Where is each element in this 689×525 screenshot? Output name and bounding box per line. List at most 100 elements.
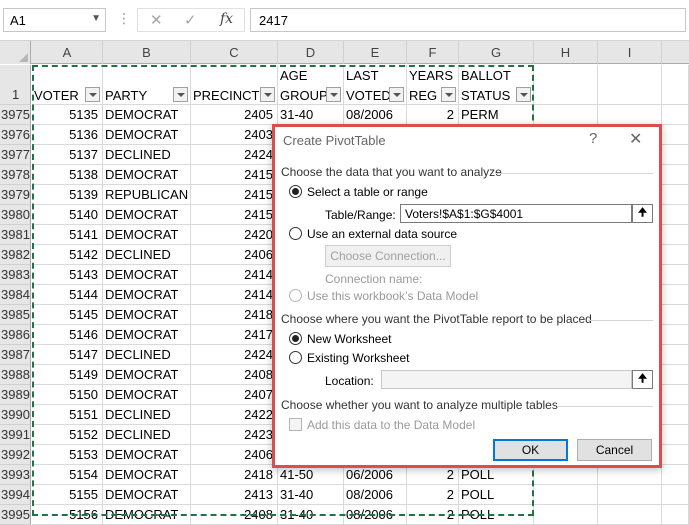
table-cell[interactable]: 2423 xyxy=(191,425,278,445)
column-header-d[interactable]: D xyxy=(278,41,344,64)
header-cell[interactable]: LAST VOTED xyxy=(344,65,407,105)
row-header[interactable]: 3990 xyxy=(0,405,31,425)
help-icon[interactable]: ? xyxy=(589,130,597,147)
table-cell[interactable]: 5137 xyxy=(32,145,103,165)
row-header[interactable]: 3979 xyxy=(0,185,31,205)
table-cell[interactable]: DEMOCRAT xyxy=(103,445,191,465)
radio-select-table[interactable] xyxy=(289,185,302,198)
table-cell[interactable] xyxy=(662,465,689,485)
table-cell[interactable]: DEMOCRAT xyxy=(103,165,191,185)
row-header[interactable]: 3988 xyxy=(0,365,31,385)
table-cell[interactable] xyxy=(534,105,598,125)
column-header-c[interactable]: C xyxy=(191,41,278,64)
row-header[interactable]: 3983 xyxy=(0,265,31,285)
table-cell[interactable]: PERM xyxy=(459,105,534,125)
ok-button[interactable]: OK xyxy=(493,439,568,461)
filter-dropdown-icon[interactable] xyxy=(516,87,531,102)
table-cell[interactable]: DEMOCRAT xyxy=(103,125,191,145)
table-cell[interactable] xyxy=(662,185,689,205)
table-cell[interactable]: 2408 xyxy=(191,365,278,385)
column-header-i[interactable]: I xyxy=(598,41,662,64)
header-cell[interactable] xyxy=(598,65,662,105)
table-cell[interactable]: 2408 xyxy=(191,505,278,525)
row-header[interactable]: 1 xyxy=(0,65,31,105)
option-external-source-label[interactable]: Use an external data source xyxy=(307,227,457,241)
row-header[interactable]: 3986 xyxy=(0,325,31,345)
table-cell[interactable]: 5155 xyxy=(32,485,103,505)
select-all-corner[interactable] xyxy=(0,41,31,64)
table-cell[interactable] xyxy=(534,485,598,505)
choose-connection-button[interactable]: Choose Connection... xyxy=(325,245,451,267)
row-header[interactable]: 3987 xyxy=(0,345,31,365)
table-cell[interactable]: DEMOCRAT xyxy=(103,305,191,325)
row-header[interactable]: 3995 xyxy=(0,505,31,525)
filter-dropdown-icon[interactable] xyxy=(260,87,275,102)
name-box[interactable]: A1 ▼ xyxy=(3,8,106,32)
table-cell[interactable]: 5152 xyxy=(32,425,103,445)
table-cell[interactable]: 2406 xyxy=(191,245,278,265)
table-cell[interactable]: 2 xyxy=(407,105,459,125)
option-new-worksheet-label[interactable]: New Worksheet xyxy=(307,332,391,346)
table-cell[interactable]: DEMOCRAT xyxy=(103,265,191,285)
table-cell[interactable] xyxy=(598,105,662,125)
add-to-data-model-checkbox[interactable] xyxy=(289,418,302,431)
table-cell[interactable]: POLL xyxy=(459,505,534,525)
table-cell[interactable]: 2418 xyxy=(191,305,278,325)
table-cell[interactable] xyxy=(662,345,689,365)
table-cell[interactable] xyxy=(534,505,598,525)
radio-new-worksheet[interactable] xyxy=(289,332,302,345)
table-cell[interactable]: 31-40 xyxy=(278,505,344,525)
header-cell[interactable]: VOTER xyxy=(32,65,103,105)
table-cell[interactable]: 2420 xyxy=(191,225,278,245)
column-header-f[interactable]: F xyxy=(407,41,459,64)
table-cell[interactable] xyxy=(662,305,689,325)
table-cell[interactable]: 2405 xyxy=(191,105,278,125)
table-cell[interactable]: 2413 xyxy=(191,485,278,505)
table-cell[interactable]: 5138 xyxy=(32,165,103,185)
row-header[interactable]: 3976 xyxy=(0,125,31,145)
table-cell[interactable] xyxy=(662,505,689,525)
column-header-e[interactable]: E xyxy=(344,41,407,64)
table-cell[interactable] xyxy=(662,145,689,165)
collapse-dialog-icon[interactable]: 🠉 xyxy=(632,370,653,389)
radio-data-model[interactable] xyxy=(289,289,302,302)
table-cell[interactable]: POLL xyxy=(459,465,534,485)
row-header[interactable]: 3993 xyxy=(0,465,31,485)
table-cell[interactable] xyxy=(534,465,598,485)
table-cell[interactable]: REPUBLICAN xyxy=(103,185,191,205)
table-cell[interactable]: DEMOCRAT xyxy=(103,465,191,485)
column-header-g[interactable]: G xyxy=(459,41,534,64)
table-cell[interactable]: 2424 xyxy=(191,145,278,165)
table-cell[interactable] xyxy=(662,285,689,305)
row-header[interactable]: 3980 xyxy=(0,205,31,225)
chevron-down-icon[interactable]: ▼ xyxy=(91,13,101,24)
table-cell[interactable]: 41-50 xyxy=(278,465,344,485)
table-cell[interactable]: DECLINED xyxy=(103,345,191,365)
table-cell[interactable]: 31-40 xyxy=(278,485,344,505)
header-cell[interactable] xyxy=(534,65,598,105)
table-cell[interactable]: 5154 xyxy=(32,465,103,485)
table-cell[interactable] xyxy=(662,325,689,345)
table-cell[interactable]: 5141 xyxy=(32,225,103,245)
table-cell[interactable]: 2415 xyxy=(191,165,278,185)
table-range-input[interactable]: Voters!$A$1:$G$4001 xyxy=(400,204,632,223)
table-cell[interactable] xyxy=(662,485,689,505)
header-cell[interactable]: PARTY xyxy=(103,65,191,105)
table-cell[interactable]: 5153 xyxy=(32,445,103,465)
table-cell[interactable]: 5136 xyxy=(32,125,103,145)
table-cell[interactable]: DEMOCRAT xyxy=(103,365,191,385)
table-cell[interactable]: 2424 xyxy=(191,345,278,365)
table-cell[interactable] xyxy=(662,385,689,405)
table-cell[interactable]: 5140 xyxy=(32,205,103,225)
table-cell[interactable] xyxy=(662,165,689,185)
table-cell[interactable]: DECLINED xyxy=(103,425,191,445)
table-cell[interactable] xyxy=(662,205,689,225)
table-cell[interactable]: 2415 xyxy=(191,205,278,225)
table-cell[interactable]: 5145 xyxy=(32,305,103,325)
row-header[interactable]: 3978 xyxy=(0,165,31,185)
row-header[interactable]: 3991 xyxy=(0,425,31,445)
add-to-data-model-label[interactable]: Add this data to the Data Model xyxy=(307,418,475,432)
row-header[interactable]: 3984 xyxy=(0,285,31,305)
table-cell[interactable]: 5135 xyxy=(32,105,103,125)
header-cell[interactable] xyxy=(662,65,689,105)
